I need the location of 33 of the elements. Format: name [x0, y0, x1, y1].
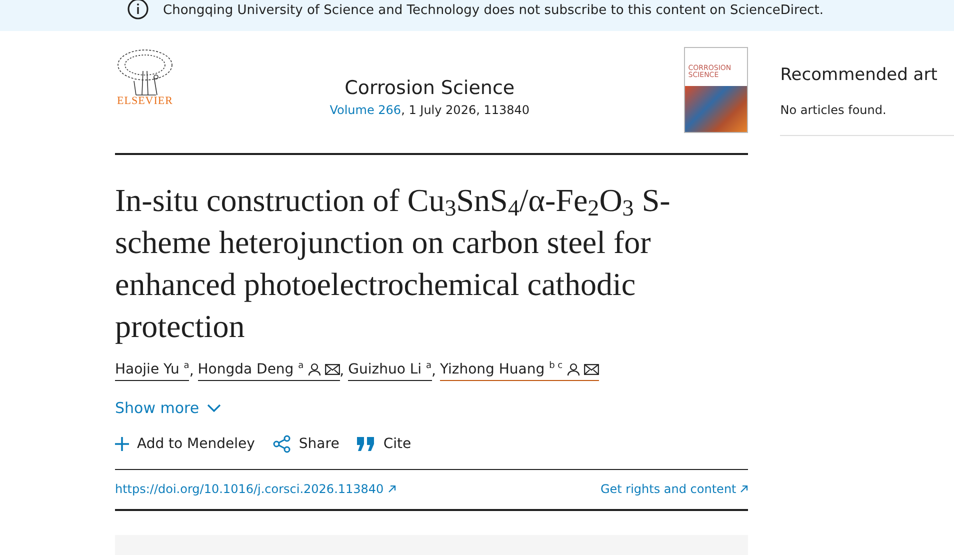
- plus-icon: [115, 436, 129, 451]
- quote-icon: [357, 436, 376, 451]
- access-notice: Chongqing University of Science and Technology does not subscribe to this content on ScienceDirect.: [163, 3, 824, 18]
- author-link[interactable]: Haojie Yu $^{a}$: [115, 361, 190, 381]
- show-more-link[interactable]: Show more: [115, 398, 222, 417]
- issue-info: , 1 July 2026, 113840: [401, 103, 530, 117]
- article-title: In-situ construction of Cu$_{3}$SnS$_{4}$/α-Fe$_{2}$O$_{3}$ S-scheme heterojunction on carbon steel for enhanced photoelectrochemical cathodic protection: [115, 181, 672, 346]
- sidebar-heading: Recommended art: [780, 65, 938, 85]
- volume-link[interactable]: Volume 266: [330, 103, 402, 117]
- comma-separator: ,: [340, 362, 344, 379]
- cite-button[interactable]: Cite: [357, 434, 412, 453]
- person-icon: [566, 362, 580, 376]
- envelope-icon: [324, 364, 340, 375]
- share-icon: [272, 434, 291, 453]
- comma-separator: ,: [189, 362, 194, 379]
- doi-link[interactable]: https://doi.org/10.1016/j.corsci.2026.113840: [115, 482, 396, 496]
- author-link[interactable]: Yizhong Huang $^{b c}$: [440, 361, 599, 381]
- chevron-down-icon: [207, 404, 222, 412]
- journal-title[interactable]: Corrosion Science: [344, 77, 515, 99]
- tree-logo-icon: [116, 47, 174, 97]
- publisher-name: ELSEVIER: [117, 95, 173, 107]
- author-link[interactable]: Hongda Deng $^{a}$: [198, 361, 340, 381]
- share-button[interactable]: Share: [272, 434, 340, 453]
- envelope-icon: [584, 364, 599, 375]
- person-icon: [308, 362, 321, 376]
- info-icon: [127, 0, 149, 20]
- external-link-icon: [388, 484, 396, 493]
- rights-link[interactable]: Get rights and content: [600, 482, 748, 496]
- author-link[interactable]: Guizhuo Li $^{a}$: [348, 361, 432, 381]
- external-link-icon: [740, 484, 748, 493]
- empty-message: No articles found.: [780, 103, 888, 117]
- add-button[interactable]: Add to Mendeley: [115, 434, 255, 453]
- comma-separator: ,: [432, 362, 436, 379]
